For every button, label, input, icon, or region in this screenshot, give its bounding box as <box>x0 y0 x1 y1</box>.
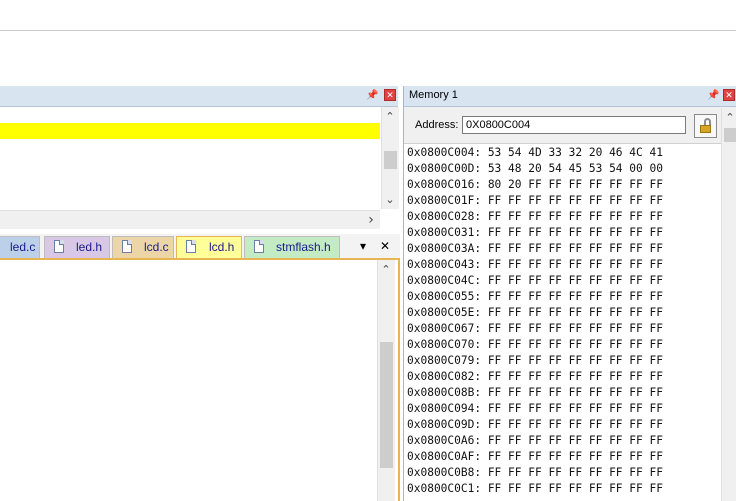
scroll-right-icon[interactable]: › <box>364 213 378 227</box>
memory-line: 0x0800C0C1: FF FF FF FF FF FF FF FF FF <box>407 482 663 495</box>
close-icon[interactable]: ✕ <box>384 89 396 101</box>
memory-line: 0x0800C03A: FF FF FF FF FF FF FF FF FF <box>407 242 663 255</box>
lock-body <box>700 125 711 133</box>
scroll-thumb[interactable] <box>380 342 393 468</box>
address-input[interactable]: 0X0800C004 <box>462 116 686 134</box>
memory-line: 0x0800C067: FF FF FF FF FF FF FF FF FF <box>407 322 663 335</box>
file-icon <box>122 240 132 253</box>
memory-line: 0x0800C004: 53 54 4D 33 32 20 46 4C 41 <box>407 146 663 159</box>
toolbar-area <box>0 31 736 86</box>
tab-led-c[interactable]: led.c <box>0 236 40 258</box>
memory-line: 0x0800C04C: FF FF FF FF FF FF FF FF FF <box>407 274 663 287</box>
tab-label: lcd.c <box>144 240 169 254</box>
memory-line: 0x0800C070: FF FF FF FF FF FF FF FF FF <box>407 338 663 351</box>
memory-line: 0x0800C079: FF FF FF FF FF FF FF FF FF <box>407 354 663 367</box>
tab-stmflash-h[interactable]: stmflash.h <box>244 236 340 258</box>
memory-line: 0x0800C028: FF FF FF FF FF FF FF FF FF <box>407 210 663 223</box>
pin-icon[interactable]: 📌 <box>366 89 378 102</box>
left-pane-header: 📌 ✕ <box>0 86 398 107</box>
tab-menu-icon[interactable]: ▾ <box>360 237 366 255</box>
tab-label: lcd.h <box>209 240 235 254</box>
file-icon <box>54 240 64 253</box>
scroll-up-icon[interactable]: ⌃ <box>379 263 393 277</box>
close-icon[interactable]: ✕ <box>723 89 735 101</box>
tab-label: led.c <box>10 240 36 254</box>
left-top-pane: 📌 ✕ ⌃ ⌄ › <box>0 86 400 230</box>
memory-line: 0x0800C031: FF FF FF FF FF FF FF FF FF <box>407 226 663 239</box>
memory-line: 0x0800C0AF: FF FF FF FF FF FF FF FF FF <box>407 450 663 463</box>
scroll-thumb[interactable] <box>724 128 736 142</box>
memory-line: 0x0800C09D: FF FF FF FF FF FF FF FF FF <box>407 418 663 431</box>
memory-line: 0x0800C094: FF FF FF FF FF FF FF FF FF <box>407 402 663 415</box>
tab-close-icon[interactable]: ✕ <box>380 237 390 255</box>
editor-tab-bar: led.c led.h lcd.c lcd.h stmflash.h ▾ ✕ <box>0 234 400 260</box>
scroll-thumb[interactable] <box>384 151 397 169</box>
memory-pane-header: Memory 1 📌 ✕ <box>404 86 736 107</box>
tab-led-h[interactable]: led.h <box>44 236 110 258</box>
tab-lcd-h[interactable]: lcd.h <box>176 236 242 258</box>
file-icon <box>186 240 196 253</box>
file-icon <box>254 240 264 253</box>
memory-line: 0x0800C055: FF FF FF FF FF FF FF FF FF <box>407 290 663 303</box>
memory-line: 0x0800C00D: 53 48 20 54 45 53 54 00 00 <box>407 162 663 175</box>
code-editor[interactable]: ⌃ <box>0 260 400 501</box>
pin-icon[interactable]: 📌 <box>707 89 719 102</box>
tab-label: stmflash.h <box>276 240 331 254</box>
memory-line: 0x0800C0B8: FF FF FF FF FF FF FF FF FF <box>407 466 663 479</box>
memory-vertical-scrollbar[interactable]: ⌃ <box>721 108 736 501</box>
address-bar: Address: 0X0800C004 <box>404 107 736 144</box>
memory-line: 0x0800C082: FF FF FF FF FF FF FF FF FF <box>407 370 663 383</box>
highlighted-line <box>0 123 380 139</box>
horizontal-scrollbar[interactable]: › <box>0 210 380 229</box>
editor-vertical-scrollbar[interactable]: ⌃ <box>377 260 395 501</box>
address-label: Address: <box>415 119 459 131</box>
scroll-up-icon[interactable]: ⌃ <box>723 111 736 125</box>
memory-line: 0x0800C05E: FF FF FF FF FF FF FF FF FF <box>407 306 663 319</box>
scroll-down-icon[interactable]: ⌄ <box>383 193 397 207</box>
scroll-up-icon[interactable]: ⌃ <box>383 110 397 124</box>
memory-title: Memory 1 <box>409 89 458 101</box>
tab-label: led.h <box>76 240 103 254</box>
memory-line: 0x0800C08B: FF FF FF FF FF FF FF FF FF <box>407 386 663 399</box>
tab-lcd-c[interactable]: lcd.c <box>112 236 174 258</box>
memory-line: 0x0800C016: 80 20 FF FF FF FF FF FF FF <box>407 178 663 191</box>
memory-line: 0x0800C01F: FF FF FF FF FF FF FF FF FF <box>407 194 663 207</box>
vertical-scrollbar[interactable]: ⌃ ⌄ <box>381 107 399 209</box>
title-area <box>0 0 736 31</box>
memory-dump[interactable]: 0x0800C004: 53 54 4D 33 32 20 46 4C 41 0x… <box>407 145 717 497</box>
memory-window: Memory 1 📌 ✕ Address: 0X0800C004 0x0800C… <box>403 86 736 501</box>
memory-line: 0x0800C0A6: FF FF FF FF FF FF FF FF FF <box>407 434 663 447</box>
lock-button[interactable] <box>694 114 717 138</box>
memory-line: 0x0800C043: FF FF FF FF FF FF FF FF FF <box>407 258 663 271</box>
